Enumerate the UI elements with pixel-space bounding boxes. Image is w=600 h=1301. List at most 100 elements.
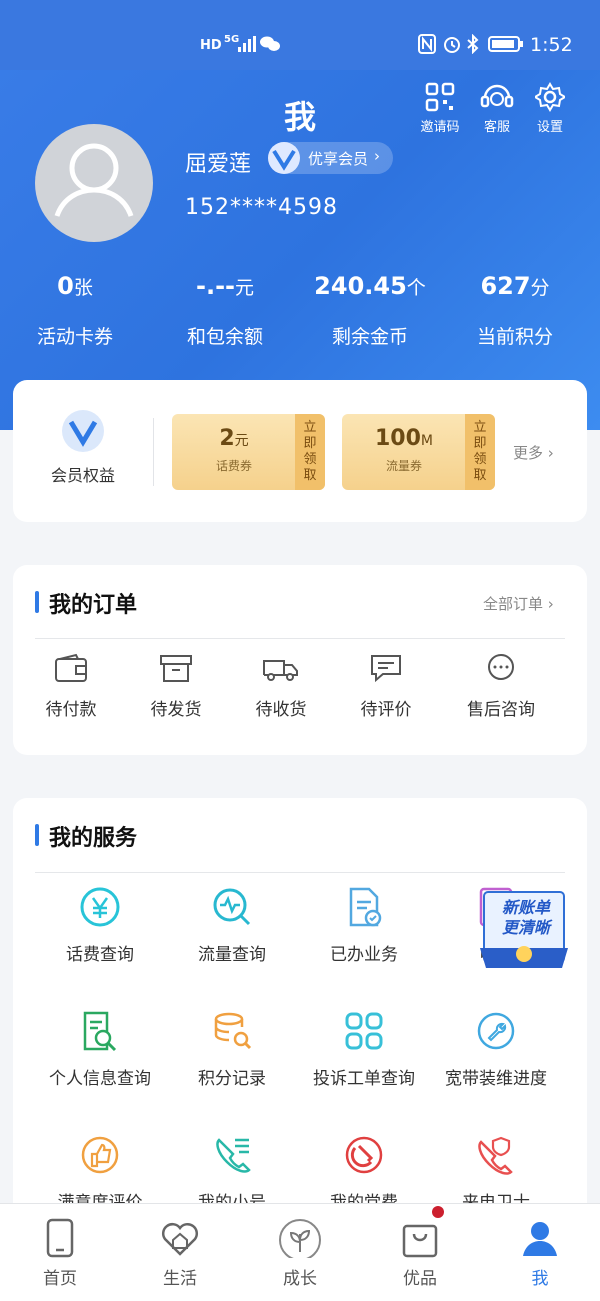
service-points-history[interactable]: 积分记录	[167, 1010, 297, 1089]
promo-line-1: 新账单	[501, 898, 550, 917]
tab-growth[interactable]: 成长	[250, 1218, 350, 1289]
coupon-desc: 流量券	[385, 459, 422, 473]
member-badge[interactable]: 优享会员 ›	[268, 142, 393, 174]
coupon-desc: 话费券	[215, 459, 252, 473]
more-benefits-link[interactable]: 更多 ›	[513, 442, 554, 463]
stat-unit: 个	[406, 277, 426, 299]
service-broadband-progress[interactable]: 宽带装维进度	[431, 1010, 561, 1089]
new-bill-promo-banner[interactable]: 新账单 更清晰	[478, 888, 570, 974]
signal-icon	[238, 36, 256, 52]
orders-section-title: 我的订单	[35, 587, 137, 619]
tab-life[interactable]: 生活	[130, 1218, 230, 1289]
order-label: 待评价	[360, 700, 412, 720]
coins-search-icon	[214, 1012, 252, 1050]
stat-unit: 张	[73, 277, 93, 299]
phone-icon	[46, 1218, 74, 1258]
stat-value: 0	[57, 272, 74, 300]
stat-gold-coins[interactable]: 240.45个 剩余金币	[295, 272, 445, 349]
phone-shield-icon	[478, 1136, 513, 1175]
stat-wallet-balance[interactable]: -.--元 和包余额	[150, 272, 300, 349]
vip-logo-icon	[268, 142, 300, 174]
invite-code-label: 邀请码	[420, 120, 460, 135]
settings-button[interactable]: 设置	[520, 82, 580, 135]
bag-icon	[402, 1224, 438, 1258]
service-party-dues[interactable]: 我的党费	[299, 1134, 429, 1213]
service-label: 投诉工单查询	[313, 1069, 415, 1089]
stat-points[interactable]: 627分 当前积分	[440, 272, 590, 349]
order-pending-receipt[interactable]: 待收货	[245, 653, 317, 720]
order-label: 待收货	[255, 700, 307, 720]
order-pending-payment[interactable]: 待付款	[35, 653, 107, 720]
vip-shield-icon	[62, 410, 104, 452]
service-call-guard[interactable]: 来电卫士	[431, 1134, 561, 1213]
service-label: 个人信息查询	[49, 1069, 151, 1089]
party-icon	[345, 1136, 383, 1174]
tab-label: 首页	[43, 1269, 77, 1289]
divider	[153, 418, 154, 486]
tab-home[interactable]: 首页	[10, 1218, 110, 1289]
stat-unit: 分	[530, 277, 550, 299]
alarm-icon	[444, 37, 460, 53]
invite-code-button[interactable]: 邀请码	[410, 82, 470, 135]
member-benefits-label: 会员权益	[50, 466, 115, 485]
service-personal-info[interactable]: 个人信息查询	[35, 1010, 165, 1089]
claim-button[interactable]: 立即领取	[465, 414, 495, 490]
stat-unit: 元	[234, 277, 254, 299]
clock: 1:52	[530, 34, 573, 56]
tab-label: 我	[531, 1269, 549, 1289]
heart-home-icon	[162, 1223, 198, 1256]
grid-icon	[345, 1012, 383, 1050]
truck-icon	[263, 660, 298, 681]
claim-button[interactable]: 立即领取	[295, 414, 325, 490]
coupon-data[interactable]: 100M 流量券 立即领取	[342, 414, 495, 490]
customer-service-button[interactable]: 客服	[467, 82, 527, 135]
chevron-right-icon: ›	[543, 444, 554, 462]
all-orders-link[interactable]: 全部订单 ›	[483, 593, 554, 614]
data-search-icon	[213, 888, 251, 926]
bottom-tab-bar: 首页 生活 成长 优品 我	[0, 1203, 600, 1301]
claim-label: 立即领取	[473, 420, 487, 483]
tab-label: 成长	[283, 1269, 317, 1289]
tab-products[interactable]: 优品	[370, 1218, 470, 1289]
service-bill-query[interactable]: 话费查询	[35, 886, 165, 965]
member-label: 优享会员	[308, 150, 369, 168]
order-label: 待付款	[45, 700, 97, 720]
order-pending-review[interactable]: 待评价	[350, 653, 422, 720]
service-label: 宽带装维进度	[445, 1069, 547, 1089]
service-my-sub-number[interactable]: 我的小号	[167, 1134, 297, 1213]
claim-label: 立即领取	[303, 420, 317, 483]
order-label: 待发货	[150, 700, 202, 720]
more-label: 更多	[513, 444, 544, 462]
gear-icon	[535, 82, 565, 112]
sprout-icon	[279, 1219, 321, 1258]
nfc-icon	[418, 34, 436, 54]
service-complaint-query[interactable]: 投诉工单查询	[299, 1010, 429, 1089]
member-benefits-card: 会员权益 2元 话费券 立即领取 100M 流量券 立即领取 更多 ›	[13, 380, 587, 522]
service-satisfaction[interactable]: 满意度评价	[35, 1134, 165, 1213]
order-pending-shipment[interactable]: 待发货	[140, 653, 212, 720]
service-data-query[interactable]: 流量查询	[167, 886, 297, 965]
coupon-amount: 100	[374, 426, 421, 451]
stat-label: 和包余额	[186, 326, 263, 348]
order-after-sales[interactable]: 售后咨询	[459, 653, 543, 720]
service-completed-business[interactable]: 已办业务	[299, 886, 429, 965]
coupon-unit: 元	[234, 433, 249, 449]
stat-label: 当前积分	[476, 326, 553, 348]
my-orders-card: 我的订单 全部订单 › 待付款 待发货 待收货 待评价 售后咨询	[13, 565, 587, 755]
chevron-right-icon: ›	[374, 147, 380, 165]
stat-value: 240.45	[314, 272, 407, 300]
avatar[interactable]	[35, 124, 153, 242]
tab-me[interactable]: 我	[490, 1218, 590, 1289]
service-label: 流量查询	[198, 945, 266, 965]
bluetooth-icon	[467, 34, 479, 54]
promo-line-2: 更清晰	[501, 918, 550, 937]
comment-icon	[371, 655, 401, 683]
member-benefits-button[interactable]: 会员权益	[41, 408, 125, 486]
notification-dot	[432, 1206, 444, 1218]
thumb-icon	[81, 1136, 119, 1174]
wechat-icon	[260, 36, 280, 51]
profile-search-icon	[83, 1011, 117, 1052]
stat-coupons[interactable]: 0张 活动卡券	[0, 272, 150, 349]
hd-indicator: HD	[200, 38, 222, 53]
coupon-call-credit[interactable]: 2元 话费券 立即领取	[172, 414, 325, 490]
